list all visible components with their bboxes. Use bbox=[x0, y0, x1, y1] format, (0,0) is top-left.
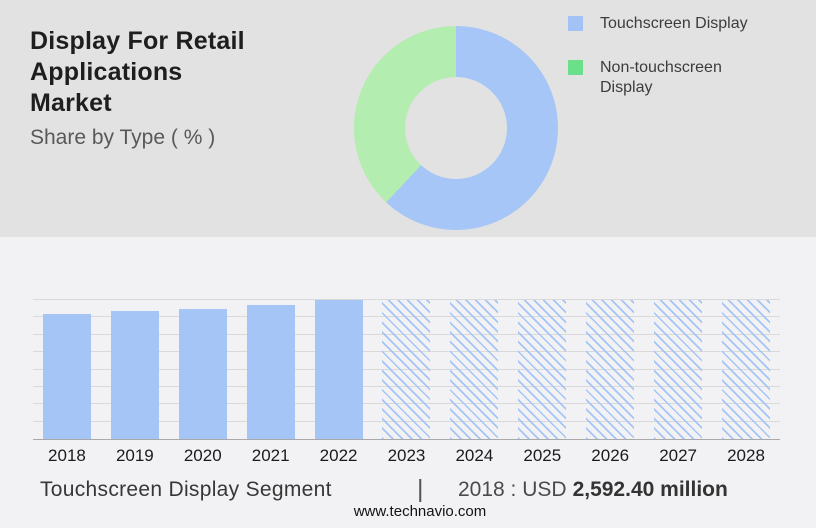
footer-separator: | bbox=[417, 475, 424, 504]
legend-swatch bbox=[568, 16, 583, 31]
infographic: Display For Retail Applications Market S… bbox=[0, 0, 816, 528]
x-tick-label: 2022 bbox=[305, 446, 373, 466]
x-axis-labels: 2018201920202021202220232024202520262027… bbox=[33, 446, 780, 466]
bar-2018 bbox=[43, 314, 91, 439]
chart-section: 2018201920202021202220232024202520262027… bbox=[0, 237, 816, 528]
donut-legend: Touchscreen Display Non-touchscreen Displ… bbox=[568, 14, 778, 122]
forecast-bar-2026 bbox=[586, 300, 634, 439]
donut-chart bbox=[354, 26, 558, 230]
legend-item: Touchscreen Display bbox=[568, 14, 778, 34]
x-tick-label: 2019 bbox=[101, 446, 169, 466]
header-section: Display For Retail Applications Market S… bbox=[0, 0, 816, 237]
x-tick-label: 2020 bbox=[169, 446, 237, 466]
forecast-bar-2023 bbox=[382, 300, 430, 439]
page-title-line1: Display For Retail Applications bbox=[30, 26, 360, 88]
bar-2019 bbox=[111, 311, 159, 439]
bar-slot bbox=[305, 300, 373, 439]
title-block: Display For Retail Applications Market S… bbox=[30, 26, 360, 150]
page-subtitle: Share by Type ( % ) bbox=[30, 126, 360, 150]
market-value: 2018 : USD 2,592.40 million bbox=[458, 478, 728, 502]
segment-label: Touchscreen Display Segment bbox=[40, 478, 332, 502]
bar-slot bbox=[169, 300, 237, 439]
bar-slot bbox=[644, 300, 712, 439]
bar-slot bbox=[576, 300, 644, 439]
bar-slot bbox=[508, 300, 576, 439]
bars-row bbox=[33, 300, 780, 439]
bar-2020 bbox=[179, 309, 227, 439]
x-tick-label: 2025 bbox=[508, 446, 576, 466]
x-tick-label: 2021 bbox=[237, 446, 305, 466]
bar-slot bbox=[373, 300, 441, 439]
forecast-bar-2028 bbox=[722, 300, 770, 439]
bar-2021 bbox=[247, 305, 295, 439]
bar-slot bbox=[440, 300, 508, 439]
bar-slot bbox=[33, 300, 101, 439]
page-title-line2: Market bbox=[30, 88, 360, 119]
x-tick-label: 2023 bbox=[373, 446, 441, 466]
forecast-bar-2027 bbox=[654, 300, 702, 439]
legend-item: Non-touchscreen Display bbox=[568, 58, 778, 98]
x-tick-label: 2024 bbox=[440, 446, 508, 466]
bar-plot bbox=[33, 300, 780, 440]
x-tick-label: 2018 bbox=[33, 446, 101, 466]
bar-slot bbox=[712, 300, 780, 439]
bar-slot bbox=[237, 300, 305, 439]
forecast-bar-2025 bbox=[518, 300, 566, 439]
x-tick-label: 2026 bbox=[576, 446, 644, 466]
bar-slot bbox=[101, 300, 169, 439]
legend-label: Non-touchscreen Display bbox=[600, 58, 760, 98]
website-text: www.technavio.com bbox=[0, 503, 816, 520]
bar-2022 bbox=[315, 300, 363, 439]
legend-label: Touchscreen Display bbox=[600, 14, 760, 34]
x-tick-label: 2028 bbox=[712, 446, 780, 466]
donut-hole bbox=[405, 77, 507, 179]
forecast-bar-2024 bbox=[450, 300, 498, 439]
value-amount: 2,592.40 million bbox=[573, 478, 728, 501]
x-tick-label: 2027 bbox=[644, 446, 712, 466]
legend-swatch bbox=[568, 60, 583, 75]
value-prefix: 2018 : USD bbox=[458, 478, 567, 501]
